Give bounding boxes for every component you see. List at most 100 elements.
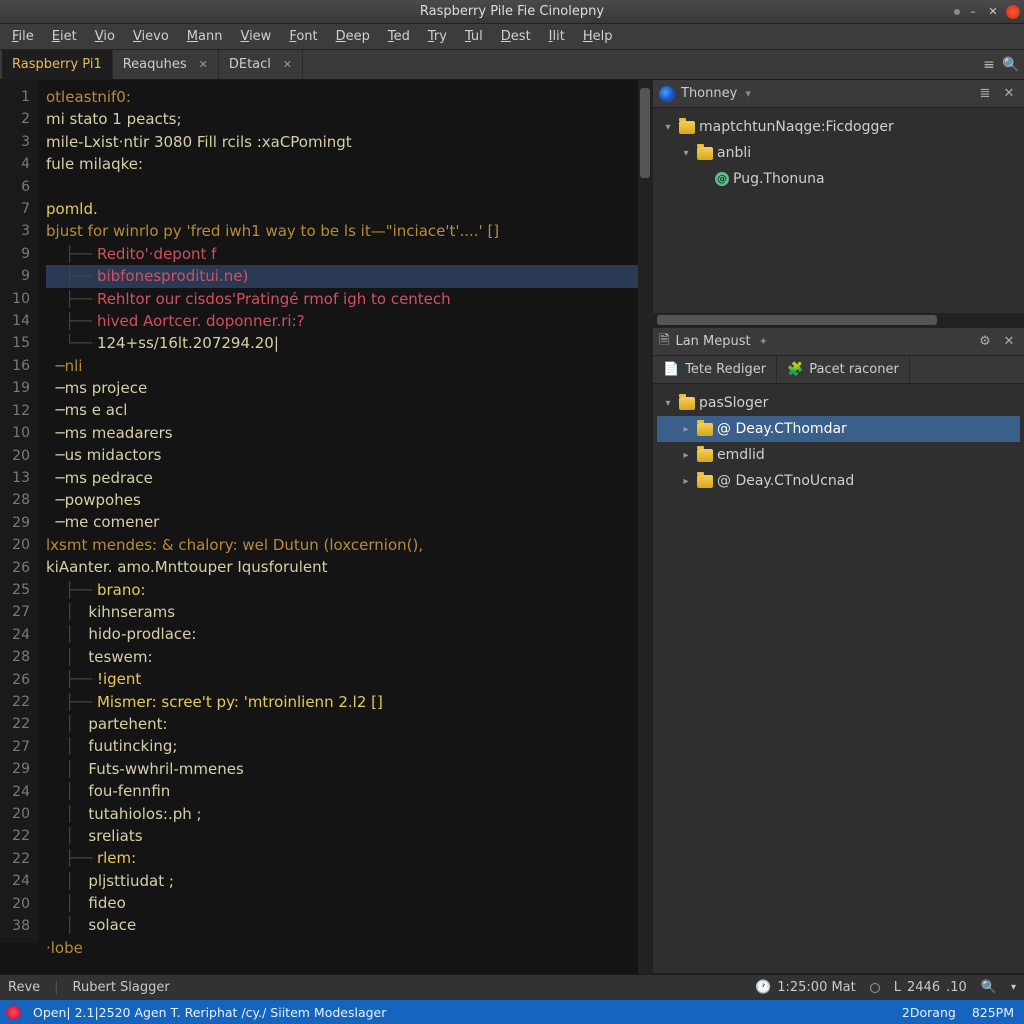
menu-help[interactable]: Help (575, 27, 621, 46)
document-icon: 🗎 (659, 331, 669, 353)
subtab-label: Pacet raconer (809, 362, 899, 377)
panel2-tree[interactable]: ▾pasSloger▸@ Deay.CThomdar▸emdlid▸@ Deay… (653, 384, 1024, 500)
menu-tul[interactable]: Tul (457, 27, 491, 46)
expand-arrow-icon[interactable]: ▸ (679, 476, 693, 487)
panel1-tree[interactable]: ▾ maptchtunNaqge:Ficdogger ▾ anbli @ Pug.Thon… (653, 108, 1024, 198)
taskbar-status-1: 2Dorang (898, 1005, 960, 1020)
panel2-title: Lan Mepust (675, 334, 750, 349)
menu-view[interactable]: View (232, 27, 279, 46)
subtab-label: Tete Rediger (685, 362, 766, 377)
folder-icon (679, 397, 695, 410)
menu-ilit[interactable]: Ilit (541, 27, 573, 46)
tree-item[interactable]: ▸@ Deay.CThomdar (657, 416, 1020, 442)
line-number-gutter: 1234673991014151619121020132829202625272… (0, 80, 38, 943)
tree-label: pasSloger (699, 395, 768, 411)
tree-label: emdlid (717, 447, 765, 463)
status-left-1: Reve (8, 980, 40, 995)
panel2-gear-icon[interactable]: ⚙ (976, 334, 994, 349)
tree-item[interactable]: ▾ maptchtunNaqge:Ficdogger (657, 114, 1020, 140)
tab-reaquhes[interactable]: Reaquhes ✕ (113, 50, 219, 79)
panel1-title: Thonney (681, 86, 737, 101)
minimize-button[interactable]: – (966, 5, 980, 19)
status-divider: | (54, 980, 58, 995)
line-label: L (894, 980, 901, 995)
clock-icon: 🕐 (755, 980, 771, 995)
close-button[interactable] (1006, 5, 1020, 19)
panel2-header: 🗎 Lan Mepust ✦ ⚙ ✕ (653, 328, 1024, 356)
tab-close-icon[interactable]: ✕ (283, 58, 292, 71)
panel1-horizontal-scrollbar[interactable] (653, 313, 1024, 327)
module-icon: @ (715, 172, 729, 186)
tree-label: maptchtunNaqge:Ficdogger (699, 119, 894, 135)
titlebar-dot-icon (954, 9, 960, 15)
menu-deep[interactable]: Deep (328, 27, 378, 46)
maximize-button[interactable]: ✕ (986, 5, 1000, 19)
tab-label: DEtacl (229, 57, 271, 72)
menu-ted[interactable]: Ted (380, 27, 418, 46)
subtab-icon: 📄 (663, 362, 679, 377)
panel1-close-icon[interactable]: ✕ (1000, 86, 1018, 101)
code-area[interactable]: otleastnif0:mi stato 1 peacts;mile-Lxist… (38, 80, 652, 965)
tree-label: Pug.Thonuna (733, 171, 825, 187)
code-editor[interactable]: 1234673991014151619121020132829202625272… (0, 80, 652, 974)
window-title: Raspberry Pile Fie Cinolepny (420, 4, 604, 19)
menu-mann[interactable]: Mann (179, 27, 231, 46)
tab-detacl[interactable]: DEtacl ✕ (219, 50, 303, 79)
status-search-icon[interactable]: 🔍 (981, 980, 997, 995)
editor-vertical-scrollbar[interactable] (638, 80, 652, 974)
folder-icon (697, 423, 713, 436)
subtab-0[interactable]: 📄 Tete Rediger (653, 356, 777, 383)
panel1-header: Thonney ▾ ≣ ✕ (653, 80, 1024, 108)
tab-label: Reaquhes (123, 57, 187, 72)
tree-label: @ Deay.CTnoUcnad (717, 473, 854, 489)
folder-icon (697, 147, 713, 160)
menu-bar: FileEietVioVievoMannViewFontDeepTedTryTu… (0, 24, 1024, 50)
thonney-logo-icon (659, 86, 675, 102)
tree-label: anbli (717, 145, 751, 161)
menu-font[interactable]: Font (281, 27, 325, 46)
subtab-icon: 🧩 (787, 362, 803, 377)
pin-icon[interactable]: ✦ (759, 335, 768, 348)
folder-icon (679, 121, 695, 134)
window-titlebar: Raspberry Pile Fie Cinolepny – ✕ (0, 0, 1024, 24)
chevron-down-icon[interactable]: ▾ (1011, 982, 1016, 993)
line-number: 2446 (907, 980, 940, 995)
tree-item[interactable]: ▸ emdlid (657, 442, 1020, 468)
expand-arrow-icon[interactable]: ▸ (679, 424, 693, 435)
menu-eiet[interactable]: Eiet (44, 27, 85, 46)
os-taskbar[interactable]: Open| 2.1|2520 Agen T. Reriphat /cy./ Si… (0, 1000, 1024, 1024)
folder-icon (697, 449, 713, 462)
status-time: 1:25:00 Mat (777, 980, 856, 995)
menu-vievo[interactable]: Vievo (125, 27, 177, 46)
raspberry-icon[interactable] (6, 1005, 21, 1020)
menu-try[interactable]: Try (420, 27, 455, 46)
panel2-close-icon[interactable]: ✕ (1000, 334, 1018, 349)
menu-dest[interactable]: Dest (493, 27, 539, 46)
chevron-down-icon[interactable]: ▾ (745, 87, 751, 100)
subtab-1[interactable]: 🧩 Pacet raconer (777, 356, 910, 383)
folder-icon (697, 475, 713, 488)
menu-vio[interactable]: Vio (87, 27, 123, 46)
tree-item[interactable]: @ Pug.Thonuna (657, 166, 1020, 192)
tab-raspberry-pi1[interactable]: Raspberry Pi1 (2, 50, 113, 79)
menu-file[interactable]: File (4, 27, 42, 46)
expand-arrow-icon[interactable]: ▾ (661, 398, 675, 409)
tab-close-icon[interactable]: ✕ (199, 58, 208, 71)
tree-item[interactable]: ▸ @ Deay.CTnoUcnad (657, 468, 1020, 494)
panel1-menu-icon[interactable]: ≣ (976, 86, 994, 101)
tree-item[interactable]: ▾ anbli (657, 140, 1020, 166)
editor-tab-bar: Raspberry Pi1 Reaquhes ✕ DEtacl ✕ ≡ 🔍 (0, 50, 1024, 80)
panel2-subtab-bar: 📄 Tete Rediger 🧩 Pacet raconer (653, 356, 1024, 384)
status-bar: Reve | Rubert Slagger 🕐 1:25:00 Mat L 244… (0, 974, 1024, 1000)
expand-tabs-icon[interactable]: ≡ (978, 50, 1000, 79)
taskbar-path[interactable]: Open| 2.1|2520 Agen T. Reriphat /cy./ Si… (29, 1005, 390, 1020)
tab-label: Raspberry Pi1 (12, 57, 102, 72)
expand-arrow-icon[interactable]: ▸ (679, 450, 693, 461)
expand-arrow-icon[interactable]: ▾ (661, 122, 675, 133)
search-icon[interactable]: 🔍 (1000, 50, 1022, 79)
tree-item[interactable]: ▾ pasSloger (657, 390, 1020, 416)
expand-arrow-icon[interactable]: ▾ (679, 148, 693, 159)
status-left-2: Rubert Slagger (73, 980, 170, 995)
status-circle-icon (870, 983, 880, 993)
taskbar-clock: 825PM (968, 1005, 1018, 1020)
